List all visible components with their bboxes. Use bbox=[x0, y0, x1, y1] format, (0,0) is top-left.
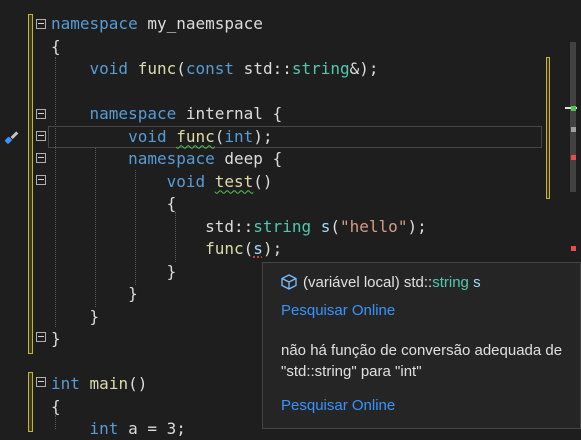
scrollbar-thumb[interactable] bbox=[570, 42, 576, 192]
overview-change-bar bbox=[546, 57, 550, 199]
code-token: { bbox=[51, 36, 61, 56]
code-line[interactable]: namespace internal { bbox=[51, 103, 283, 125]
code-line[interactable]: } bbox=[51, 283, 138, 305]
code-token: const bbox=[185, 59, 235, 78]
code-token: s bbox=[320, 216, 331, 236]
code-token: } bbox=[51, 284, 138, 303]
code-token: ( bbox=[330, 216, 341, 236]
code-token: } bbox=[51, 329, 61, 348]
code-token: internal { bbox=[176, 104, 283, 123]
tooltip-signature: (variável local) std::string s bbox=[281, 274, 481, 291]
quick-info-tooltip: (variável local) std::string s Pesquisar… bbox=[262, 262, 581, 429]
code-line[interactable]: func(s); bbox=[51, 238, 282, 260]
code-token: ); bbox=[407, 216, 427, 236]
code-token: ); bbox=[253, 126, 273, 146]
code-token: namespace bbox=[51, 14, 138, 33]
code-line[interactable]: { bbox=[51, 396, 61, 418]
code-token: () bbox=[253, 171, 273, 191]
code-token: { bbox=[51, 194, 177, 213]
change-bar-namespace bbox=[28, 14, 33, 354]
code-line[interactable]: void func(const std::string&); bbox=[51, 58, 379, 80]
tooltip-var: s bbox=[468, 274, 481, 291]
code-token: std:: bbox=[51, 216, 254, 236]
code-token: ( bbox=[176, 59, 186, 78]
code-line[interactable]: { bbox=[51, 193, 177, 215]
code-token: test bbox=[214, 171, 254, 191]
search-online-link[interactable]: Pesquisar Online bbox=[281, 302, 395, 319]
error-message: não há função de conversão adequada de "… bbox=[281, 342, 563, 380]
code-line[interactable]: void test() bbox=[51, 171, 273, 193]
fold-icon[interactable] bbox=[36, 153, 46, 163]
code-token: void bbox=[89, 59, 129, 78]
code-token: } bbox=[51, 261, 177, 281]
code-line[interactable]: std::string s("hello"); bbox=[51, 216, 427, 238]
code-line[interactable]: } bbox=[51, 261, 177, 283]
code-token: &); bbox=[349, 59, 379, 78]
fold-icon[interactable] bbox=[36, 131, 46, 141]
tooltip-prefix: (variável local) std:: bbox=[303, 274, 433, 291]
variable-cube-icon bbox=[281, 274, 297, 290]
code-token: func bbox=[205, 239, 244, 258]
code-line[interactable]: int main() bbox=[51, 373, 147, 395]
code-token: "hello" bbox=[340, 216, 408, 236]
fold-icon[interactable] bbox=[36, 19, 46, 29]
code-token: namespace bbox=[128, 149, 215, 168]
overview-error-mark bbox=[571, 246, 576, 251]
code-token: ( bbox=[243, 239, 254, 258]
code-token: string bbox=[291, 59, 350, 78]
overview-gray-mark bbox=[571, 127, 576, 132]
code-token: int bbox=[224, 126, 254, 146]
code-token: ); bbox=[262, 239, 283, 258]
fold-icon[interactable] bbox=[36, 332, 46, 342]
code-token: } bbox=[51, 306, 100, 326]
code-line[interactable]: } bbox=[51, 328, 61, 350]
code-token: ( bbox=[214, 126, 225, 146]
code-token: string bbox=[253, 216, 312, 236]
code-token: func bbox=[137, 59, 177, 78]
code-token: s bbox=[253, 239, 263, 258]
code-line[interactable]: } bbox=[51, 306, 100, 328]
code-token: deep { bbox=[214, 149, 283, 168]
code-token: () bbox=[128, 374, 148, 393]
code-line[interactable]: namespace deep { bbox=[51, 148, 282, 170]
code-token: main bbox=[89, 374, 129, 393]
code-token: { bbox=[51, 396, 61, 416]
search-online-link-2[interactable]: Pesquisar Online bbox=[281, 397, 395, 414]
code-line[interactable]: namespace my_naemspace bbox=[51, 13, 263, 35]
code-token: void bbox=[128, 126, 167, 146]
change-bar-main bbox=[28, 372, 33, 432]
fold-icon[interactable] bbox=[36, 109, 46, 119]
code-token: my_naemspace bbox=[137, 14, 263, 33]
fold-icon[interactable] bbox=[36, 175, 46, 185]
overview-green-mark bbox=[571, 106, 576, 111]
code-token: int bbox=[51, 374, 80, 393]
quick-action-screwdriver-icon[interactable] bbox=[2, 127, 22, 147]
code-token: namespace bbox=[89, 104, 177, 123]
code-line[interactable]: int a = 3; bbox=[51, 418, 186, 440]
code-token: func bbox=[176, 126, 215, 146]
overview-error-mark bbox=[571, 155, 576, 160]
tooltip-type: string bbox=[432, 274, 469, 291]
code-line[interactable]: void func(int); bbox=[51, 126, 273, 148]
code-line[interactable]: { bbox=[51, 36, 61, 58]
fold-icon[interactable] bbox=[36, 377, 46, 387]
code-token: std:: bbox=[234, 59, 292, 78]
code-token: void bbox=[166, 171, 206, 191]
